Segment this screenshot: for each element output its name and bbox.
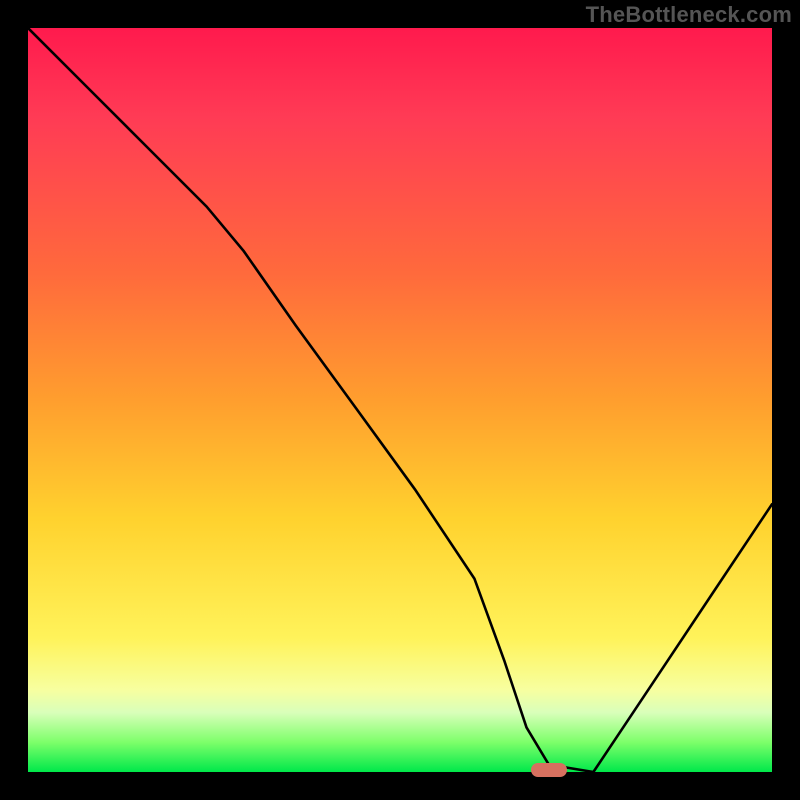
series-overlay bbox=[28, 28, 772, 772]
series-curve bbox=[28, 28, 772, 772]
chart-frame: TheBottleneck.com bbox=[0, 0, 800, 800]
watermark-text: TheBottleneck.com bbox=[586, 2, 792, 28]
plot-area bbox=[28, 28, 772, 772]
optimum-marker bbox=[531, 763, 567, 777]
